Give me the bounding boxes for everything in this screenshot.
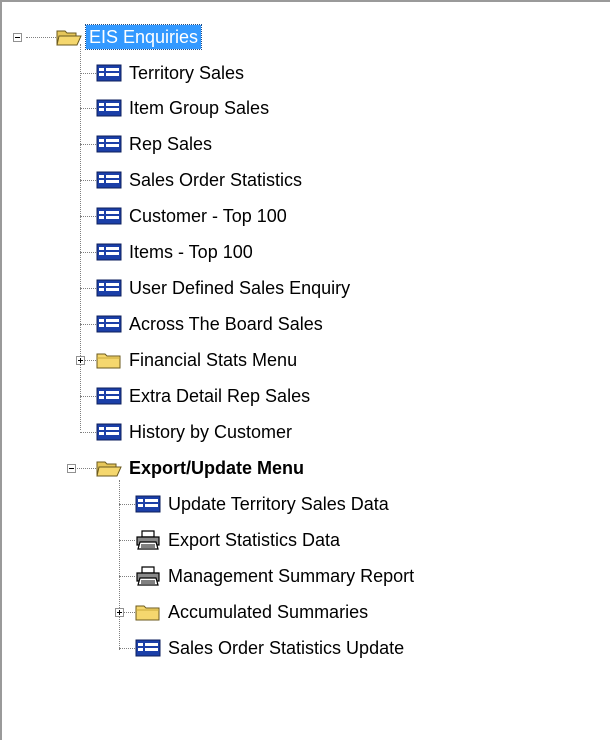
tree-node-items-top-100[interactable]: Items - Top 100 (96, 239, 256, 265)
tree-node-rep-sales[interactable]: Rep Sales (96, 131, 215, 157)
tree-node-update-territory-sales-data[interactable]: Update Territory Sales Data (135, 491, 392, 517)
tree-node-management-summary-report[interactable]: Management Summary Report (135, 563, 417, 589)
printer-icon (135, 565, 161, 587)
tree-node-label: Extra Detail Rep Sales (129, 386, 311, 406)
tree-node-label: Item Group Sales (129, 98, 270, 118)
tree-node-across-the-board-sales[interactable]: Across The Board Sales (96, 311, 326, 337)
tree-line (119, 576, 135, 577)
tree-line (80, 144, 96, 145)
expand-toggle-financial-stats-menu[interactable] (76, 356, 85, 365)
tree-line (80, 44, 81, 430)
tree-node-label: History by Customer (129, 422, 293, 442)
tree-node-history-by-customer[interactable]: History by Customer (96, 419, 295, 445)
tree-node-sales-order-statistics-update[interactable]: Sales Order Statistics Update (135, 635, 407, 661)
form-icon (96, 277, 122, 299)
tree-node-label: Update Territory Sales Data (168, 494, 389, 514)
tree-node-user-defined-sales-enquiry[interactable]: User Defined Sales Enquiry (96, 275, 353, 301)
form-icon (96, 313, 122, 335)
folder-open-icon (96, 457, 122, 479)
tree-node-sales-order-statistics[interactable]: Sales Order Statistics (96, 167, 305, 193)
tree-node-label: EIS Enquiries (84, 24, 203, 50)
tree-node-label: Financial Stats Menu (129, 350, 298, 370)
tree-node-label: Items - Top 100 (129, 242, 253, 262)
form-icon (96, 133, 122, 155)
tree-line (119, 504, 135, 505)
form-icon (96, 385, 122, 407)
folder-closed-icon (135, 601, 161, 623)
folder-open-icon (56, 26, 82, 48)
tree-node-label: Export/Update Menu (129, 458, 305, 478)
tree-node-label: Rep Sales (129, 134, 213, 154)
tree-node-label: Export Statistics Data (168, 530, 341, 550)
tree-line (80, 432, 96, 433)
form-icon (96, 241, 122, 263)
form-icon (135, 493, 161, 515)
tree-line (26, 37, 56, 38)
tree-line (80, 396, 96, 397)
form-icon (96, 97, 122, 119)
tree-node-label: Across The Board Sales (129, 314, 323, 334)
printer-icon (135, 529, 161, 551)
tree-node-label: Sales Order Statistics (129, 170, 303, 190)
tree-node-financial-stats-menu[interactable]: Financial Stats Menu (96, 347, 300, 373)
form-icon (96, 421, 122, 443)
tree-node-label: Customer - Top 100 (129, 206, 287, 226)
folder-closed-icon (96, 349, 122, 371)
tree-line (80, 216, 96, 217)
tree-node-customer-top-100[interactable]: Customer - Top 100 (96, 203, 290, 229)
tree-line (80, 180, 96, 181)
collapse-toggle-export-update-menu[interactable] (67, 464, 76, 473)
tree-line (80, 324, 96, 325)
tree-line (80, 73, 96, 74)
tree-node-label: Accumulated Summaries (168, 602, 369, 622)
tree-line (119, 648, 135, 649)
form-icon (96, 62, 122, 84)
tree-node-accumulated-summaries[interactable]: Accumulated Summaries (135, 599, 371, 625)
expand-toggle-accumulated-summaries[interactable] (115, 608, 124, 617)
collapse-toggle-eis-enquiries[interactable] (13, 33, 22, 42)
tree-node-export-update-menu[interactable]: Export/Update Menu (96, 455, 307, 481)
tree-line (119, 480, 120, 650)
form-icon (96, 205, 122, 227)
tree-node-export-statistics-data[interactable]: Export Statistics Data (135, 527, 343, 553)
form-icon (96, 169, 122, 191)
tree-node-extra-detail-rep-sales[interactable]: Extra Detail Rep Sales (96, 383, 313, 409)
tree-node-territory-sales[interactable]: Territory Sales (96, 60, 247, 86)
tree-line (80, 252, 96, 253)
tree-node-label: Management Summary Report (168, 566, 415, 586)
tree-node-item-group-sales[interactable]: Item Group Sales (96, 95, 272, 121)
form-icon (135, 637, 161, 659)
tree-line (80, 108, 96, 109)
tree-node-label: Territory Sales (129, 63, 245, 83)
tree-node-label: User Defined Sales Enquiry (129, 278, 351, 298)
tree-node-label: Sales Order Statistics Update (168, 638, 405, 658)
tree-line (80, 288, 96, 289)
tree-line (119, 540, 135, 541)
eis-tree-view[interactable]: EIS Enquiries Territory Sales Item Group… (0, 0, 610, 740)
tree-node-eis-enquiries[interactable]: EIS Enquiries (56, 24, 203, 50)
